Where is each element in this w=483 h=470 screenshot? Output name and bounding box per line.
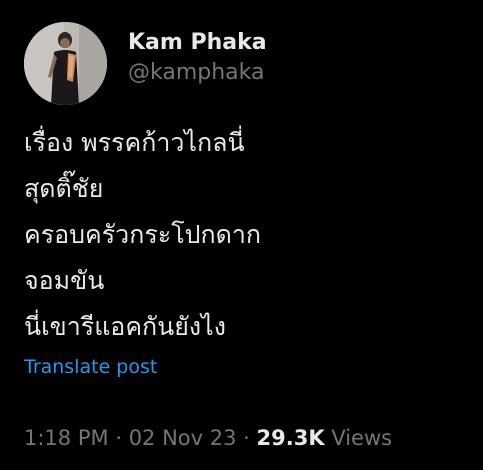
views-count: 29.3K [256, 426, 325, 450]
views-label: Views [331, 426, 393, 450]
author-display-name[interactable]: Kam Phaka [128, 30, 267, 55]
profile-photo-icon [24, 22, 107, 105]
avatar[interactable] [24, 22, 107, 105]
post-text-line: จอมขัน [24, 266, 105, 295]
translate-post-link[interactable]: Translate post [24, 356, 157, 378]
post-text-line: สุดติ๊ชัย [24, 174, 104, 203]
post-text: เรื่อง พรรคก้าวไกลนี่ สุดติ๊ชัย ครอบครัว… [24, 120, 464, 350]
post-time[interactable]: 1:18 PM [24, 426, 109, 450]
author-handle[interactable]: @kamphaka [128, 60, 265, 85]
meta-separator: · [115, 426, 122, 450]
post-text-line: นี่เขารีแอคกันยังไง [24, 312, 226, 341]
post-detail: Kam Phaka @kamphaka เรื่อง พรรคก้าวไกลนี… [0, 0, 483, 470]
post-text-line: เรื่อง พรรคก้าวไกลนี่ [24, 128, 245, 157]
post-text-line: ครอบครัวกระโปกดาก [24, 220, 262, 249]
meta-separator: · [243, 426, 250, 450]
post-date[interactable]: 02 Nov 23 [129, 426, 237, 450]
post-meta: 1:18 PM · 02 Nov 23 · 29.3K Views [24, 426, 392, 450]
